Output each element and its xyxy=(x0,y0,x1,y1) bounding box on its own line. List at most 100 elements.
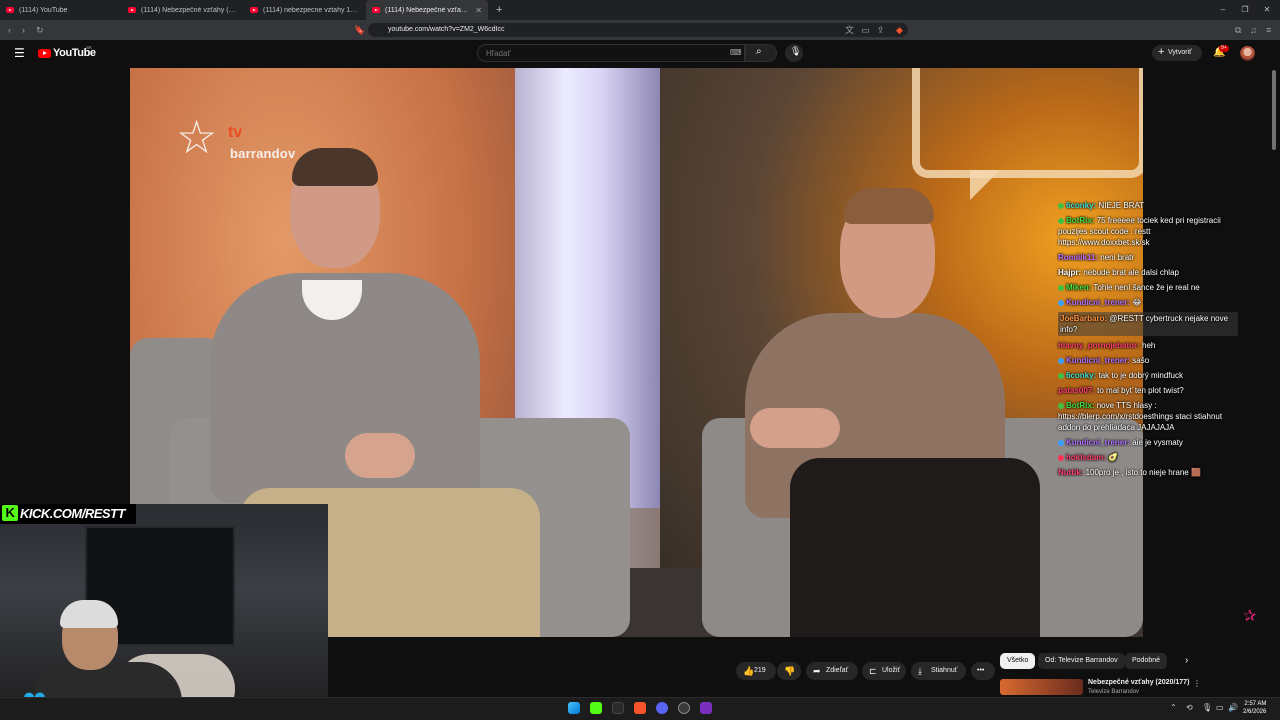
like-count: 219 xyxy=(754,667,766,674)
recommendation-channel[interactable]: Televize Barrandov xyxy=(1088,689,1139,695)
windows-start-icon[interactable] xyxy=(568,702,580,714)
bookmark-icon[interactable]: 🔖 xyxy=(354,24,365,36)
share-arrow-icon: ➦ xyxy=(813,666,821,676)
tab-title: (1114) Nebezpečné vzťahy (2... xyxy=(385,6,471,14)
search-button[interactable]: ⌕ xyxy=(745,44,777,62)
close-window-button[interactable]: ✕ xyxy=(1256,0,1278,20)
terminal-app-icon[interactable] xyxy=(612,702,624,714)
cast-icon[interactable]: ▭ xyxy=(861,24,870,36)
youtube-favicon-icon xyxy=(250,7,258,13)
tab-title: (1114) YouTube xyxy=(19,6,68,14)
download-label: Stiahnuť xyxy=(931,667,958,674)
share-label: Zdieľať xyxy=(826,667,849,674)
chat-badge-icon xyxy=(1058,372,1064,379)
tray-network-icon[interactable]: ▭ xyxy=(1216,703,1224,712)
chat-text: sašo xyxy=(1132,356,1150,365)
keyboard-icon[interactable]: ⌨ xyxy=(730,48,742,57)
chat-message: BotRix: 75 freeeee tociek ked pri regist… xyxy=(1058,215,1238,248)
brave-browser-icon[interactable] xyxy=(634,702,646,714)
chat-message: Kundicni_trener: sašo xyxy=(1058,355,1238,366)
kick-corner-logo-icon: ✰ xyxy=(1243,608,1257,625)
chip-all[interactable]: Všetko xyxy=(1000,653,1036,669)
forward-icon[interactable]: › xyxy=(22,24,25,36)
chat-message: BotRix: nove TTS hlasy : https://blerp.c… xyxy=(1058,400,1238,433)
save-button[interactable]: ⊏ Uložiť xyxy=(862,662,906,680)
youtube-favicon-icon xyxy=(372,7,380,13)
page-scrollbar[interactable] xyxy=(1271,68,1277,693)
more-actions-button[interactable]: ••• xyxy=(971,662,995,680)
create-label: Vytvoriť xyxy=(1168,49,1192,56)
person-left-hands xyxy=(345,433,415,478)
person-left-hair xyxy=(292,148,378,186)
share-page-icon[interactable]: ⇪ xyxy=(877,24,885,36)
tray-volume-icon[interactable]: 🔊 xyxy=(1228,703,1238,712)
recommendation-title[interactable]: Nebezpečné vzťahy (2020/177) xyxy=(1088,679,1189,686)
chat-message: 6conky: NIEJE BRAT xyxy=(1058,200,1238,211)
url-field[interactable]: youtube.com/watch?v=ZM2_W6cdIcc xyxy=(368,23,908,37)
search-input[interactable] xyxy=(477,44,745,62)
tray-chevron-icon[interactable]: ⌃ xyxy=(1170,703,1177,712)
kick-app-icon[interactable] xyxy=(590,702,602,714)
chat-badge-icon xyxy=(1058,202,1064,209)
kick-url-banner: K KICK.COM/RESTT xyxy=(0,504,136,524)
brave-shield-icon[interactable]: ◆ xyxy=(896,24,903,36)
decor-speech-bubble-tail xyxy=(970,170,1000,200)
close-tab-icon[interactable]: ✕ xyxy=(475,6,482,15)
chat-text: NIEJE BRAT xyxy=(1098,201,1145,210)
chat-username: 6conky: xyxy=(1066,371,1097,380)
translate-icon[interactable]: 文 xyxy=(845,24,854,36)
chat-badge-icon xyxy=(1058,217,1064,224)
tray-app-icon[interactable]: ⟲ xyxy=(1186,703,1193,712)
obs-app-icon[interactable] xyxy=(678,702,690,714)
channel-logo-brand: barrandov xyxy=(230,146,296,161)
minimize-button[interactable]: – xyxy=(1212,0,1234,20)
taskbar-clock[interactable]: 2:57 AM 2/6/2026 xyxy=(1243,700,1266,716)
premiere-app-icon[interactable] xyxy=(700,702,712,714)
chat-username: Kundicni_trener: xyxy=(1066,356,1131,365)
chat-badge-icon xyxy=(1058,284,1064,291)
new-tab-button[interactable]: + xyxy=(488,4,510,16)
chat-username: hoklsdam: xyxy=(1066,453,1107,462)
browser-tab[interactable]: (1114) nebezpecne vztahy 12.9.2017 xyxy=(244,0,366,20)
chat-text: 100pro je , isto to nieje hrane 🟫 xyxy=(1085,468,1201,477)
tray-mic-icon[interactable]: 🎙 xyxy=(1202,703,1212,712)
chat-badge-icon xyxy=(1058,299,1064,306)
chips-next-chevron-icon[interactable]: › xyxy=(1185,655,1188,666)
media-icon[interactable]: ♫ xyxy=(1250,24,1257,36)
extensions-icon[interactable]: ⧉ xyxy=(1235,24,1241,36)
chip-similar[interactable]: Podobné xyxy=(1125,653,1168,669)
share-button[interactable]: ➦ Zdieľať xyxy=(806,662,858,680)
url-text: youtube.com/watch?v=ZM2_W6cdIcc xyxy=(388,26,505,33)
scrollbar-thumb[interactable] xyxy=(1272,70,1276,150)
menu-icon[interactable]: ≡ xyxy=(1266,24,1271,36)
notifications-badge: 9+ xyxy=(1219,45,1229,52)
chat-username: Nuttik: xyxy=(1058,468,1084,477)
chip-from-channel[interactable]: Od: Televize Barrandov xyxy=(1038,653,1125,669)
chat-message: Kundicni_trener: 😂 xyxy=(1058,297,1238,308)
chat-text: 😂 xyxy=(1132,298,1142,307)
voice-search-button[interactable]: 🎙 xyxy=(785,44,803,62)
person-right-hair xyxy=(844,188,934,224)
create-button[interactable]: Vytvoriť xyxy=(1152,45,1202,61)
youtube-logo-icon[interactable] xyxy=(38,49,51,58)
chat-text: heh xyxy=(1142,341,1156,350)
browser-tab[interactable]: (1114) YouTube xyxy=(0,0,122,20)
recommendation-thumbnail[interactable] xyxy=(1000,679,1083,695)
discord-app-icon[interactable] xyxy=(656,702,668,714)
browser-tab[interactable]: (1114) Nebezpečné vzťahy (2018/137... xyxy=(122,0,244,20)
recommendation-menu-icon[interactable]: ⋮ xyxy=(1193,679,1201,688)
reload-icon[interactable]: ↻ xyxy=(36,24,44,36)
like-button[interactable]: 👍 219 xyxy=(736,662,776,680)
address-bar-row: ‹ › ↻ 🔖 youtube.com/watch?v=ZM2_W6cdIcc … xyxy=(0,20,1280,40)
account-avatar[interactable] xyxy=(1240,46,1255,61)
hamburger-menu-icon[interactable]: ☰ xyxy=(14,46,25,60)
back-icon[interactable]: ‹ xyxy=(8,24,11,36)
chat-message: Romiiik11: neni bratr xyxy=(1058,252,1238,263)
browser-tab-active[interactable]: (1114) Nebezpečné vzťahy (2... ✕ xyxy=(366,0,488,20)
dislike-button[interactable]: 👎 xyxy=(777,662,801,680)
download-button[interactable]: ⤓ Stiahnuť xyxy=(911,662,966,680)
chat-username: BotRix: xyxy=(1066,401,1095,410)
chat-message: hoklsdam: 🥑 xyxy=(1058,452,1238,463)
maximize-button[interactable]: ❐ xyxy=(1234,0,1256,20)
chat-text: 🥑 xyxy=(1108,453,1119,462)
